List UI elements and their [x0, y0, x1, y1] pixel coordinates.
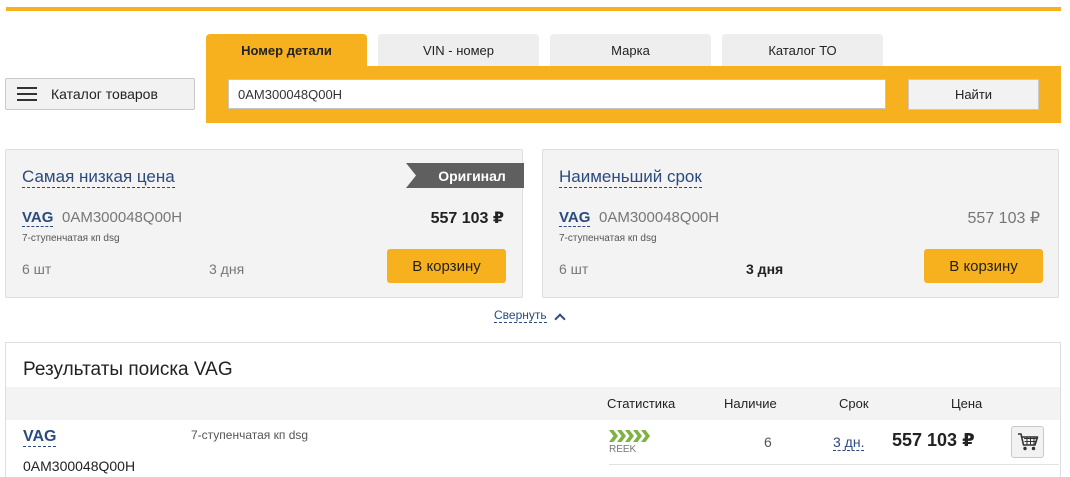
shopping-cart-icon[interactable] — [1011, 426, 1044, 458]
offer-quantity: 6 шт — [559, 261, 589, 277]
result-part-number: 0AM300048Q00H — [23, 458, 136, 474]
result-description: 7-ступенчатая кп dsg — [191, 428, 309, 442]
supplier-statistics[interactable]: REEK — [609, 430, 650, 455]
tab-vin[interactable]: VIN - номер — [378, 34, 539, 66]
catalog-menu-button[interactable]: Каталог товаров — [5, 78, 195, 110]
hamburger-icon — [17, 87, 37, 101]
results-table-header: Статистика Наличие Срок Цена — [6, 387, 1060, 420]
collapse-label: Свернуть — [494, 308, 547, 323]
catalog-menu-label: Каталог товаров — [51, 86, 158, 102]
tab-part-number[interactable]: Номер детали — [206, 34, 367, 66]
offer-quantity: 6 шт — [22, 261, 52, 277]
result-price: 557 103 ₽ — [892, 430, 975, 450]
add-to-cart-button[interactable]: В корзину — [924, 249, 1043, 283]
column-availability: Наличие — [724, 396, 777, 411]
search-results-panel: Результаты поиска VAG Статистика Наличие… — [5, 342, 1061, 477]
shortest-term-offer-card: Наименьший срок VAG 0AM300048Q00H 7-ступ… — [542, 149, 1059, 298]
row-divider — [609, 464, 1059, 465]
shortest-term-title[interactable]: Наименьший срок — [559, 167, 702, 188]
result-availability: 6 — [764, 434, 772, 450]
chevron-up-icon — [553, 312, 566, 325]
add-to-cart-button[interactable]: В корзину — [387, 249, 506, 283]
collapse-offers-link[interactable]: Свернуть — [494, 308, 566, 325]
tab-brand[interactable]: Марка — [550, 34, 711, 66]
tab-maintenance-catalog[interactable]: Каталог ТО — [722, 34, 883, 66]
offer-brand-link[interactable]: VAG — [22, 209, 54, 227]
search-button[interactable]: Найти — [908, 79, 1039, 110]
search-panel: Найти — [206, 66, 1061, 123]
top-accent-bar — [6, 7, 1061, 11]
search-input[interactable] — [228, 79, 886, 109]
offer-description: 7-ступенчатая кп dsg — [559, 233, 657, 244]
chevron-arrows-icon — [609, 430, 650, 442]
result-brand-link[interactable]: VAG — [23, 428, 57, 447]
column-price: Цена — [951, 396, 983, 411]
offer-delivery-time: 3 дня — [209, 261, 245, 277]
offer-description: 7-ступенчатая кп dsg — [22, 233, 120, 244]
offer-delivery-time: 3 дня — [746, 261, 784, 277]
offer-part-number: 0AM300048Q00H — [62, 209, 183, 226]
result-delivery-term[interactable]: 3 дн. — [833, 434, 865, 451]
offer-price: 557 103 ₽ — [967, 210, 1040, 227]
lowest-price-title[interactable]: Самая низкая цена — [22, 167, 175, 188]
offer-part-number: 0AM300048Q00H — [599, 209, 720, 226]
original-badge: Оригинал — [406, 163, 524, 188]
offer-brand-link[interactable]: VAG — [559, 209, 591, 227]
offer-price: 557 103 ₽ — [430, 210, 504, 227]
results-title: Результаты поиска VAG — [23, 359, 233, 380]
column-term: Срок — [839, 396, 869, 411]
lowest-price-offer-card: Самая низкая цена Оригинал VAG 0AM300048… — [5, 149, 524, 298]
supplier-source-label: REEK — [609, 444, 637, 455]
column-statistics: Статистика — [607, 396, 676, 411]
